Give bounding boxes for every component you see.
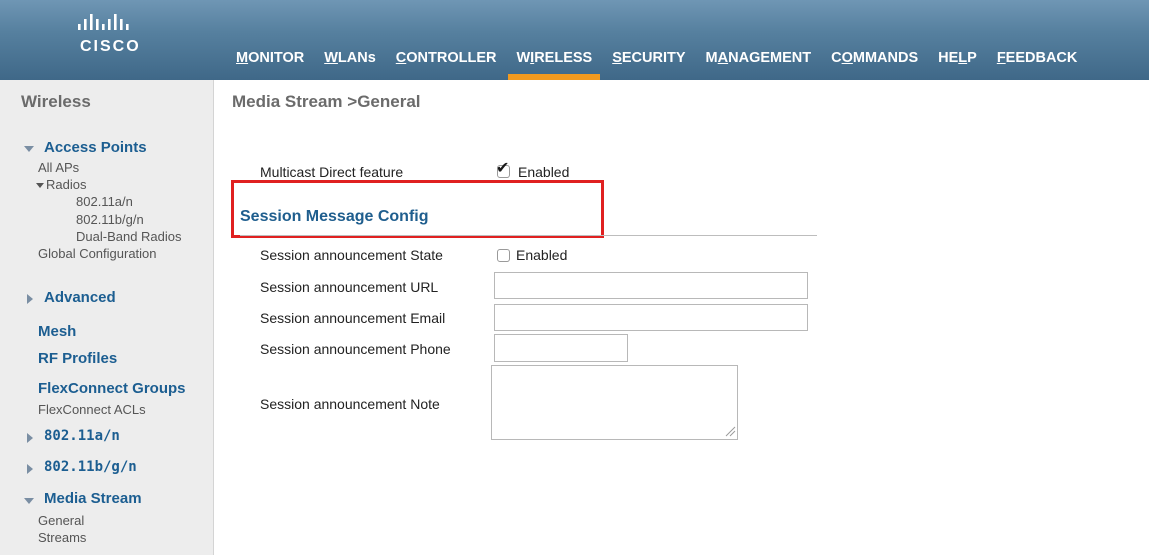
checkmark-icon: ✔ (496, 160, 510, 177)
url-input[interactable] (494, 272, 808, 299)
multicast-enabled-text: Enabled (518, 164, 570, 180)
sidebar-item-media-stream[interactable]: Media Stream (44, 490, 142, 507)
state-checkbox[interactable] (497, 249, 510, 262)
sidebar-item-flexconnect-acls[interactable]: FlexConnect ACLs (38, 402, 146, 417)
sidebar-item-all-aps[interactable]: All APs (38, 160, 79, 175)
main-menu: MONITOR WLANs CONTROLLER WIRELESS SECURI… (236, 47, 1097, 80)
page-title: Media Stream >General (232, 92, 421, 111)
sidebar-item-radios[interactable]: Radios (46, 177, 86, 192)
multicast-label: Multicast Direct feature (260, 164, 404, 180)
sidebar-item-global-config[interactable]: Global Configuration (38, 246, 157, 261)
sidebar-item-radio-80211bgn[interactable]: 802.11b/g/n (76, 212, 144, 227)
sidebar-item-rf-profiles[interactable]: RF Profiles (38, 350, 117, 367)
sidebar-item-advanced[interactable]: Advanced (44, 289, 116, 306)
state-enabled-text: Enabled (516, 247, 568, 263)
sidebar-item-mesh[interactable]: Mesh (38, 323, 76, 340)
expand-down-icon[interactable] (24, 146, 34, 152)
sidebar-item-80211bgn[interactable]: 802.11b/g/n (44, 459, 137, 475)
sidebar-item-access-points[interactable]: Access Points (44, 139, 147, 156)
cisco-logo: CISCO (74, 14, 164, 55)
menu-controller[interactable]: CONTROLLER (396, 47, 497, 80)
sidebar-item-flexconnect-groups[interactable]: FlexConnect Groups (38, 380, 186, 397)
expand-down-icon[interactable] (36, 183, 44, 188)
menu-wlans[interactable]: WLANs (324, 47, 376, 80)
menu-help[interactable]: HELP (938, 47, 977, 80)
email-label: Session announcement Email (260, 310, 446, 326)
note-textarea[interactable] (491, 365, 738, 440)
sidebar-item-radio-80211an[interactable]: 802.11a/n (76, 194, 133, 209)
cisco-wordmark: CISCO (80, 38, 141, 55)
menu-monitor[interactable]: MONITOR (236, 47, 304, 80)
sidebar-title: Wireless (21, 92, 91, 111)
menu-commands[interactable]: COMMANDS (831, 47, 918, 80)
note-label: Session announcement Note (260, 396, 440, 412)
sidebar-item-general[interactable]: General (38, 513, 84, 528)
email-input[interactable] (494, 304, 808, 331)
section-title: Session Message Config (240, 208, 429, 225)
resize-grip-icon[interactable] (724, 425, 736, 437)
cisco-bars-icon (78, 14, 129, 30)
phone-label: Session announcement Phone (260, 341, 451, 357)
sidebar-item-80211an[interactable]: 802.11a/n (44, 428, 120, 444)
expand-down-icon[interactable] (24, 498, 34, 504)
sidebar: Wireless Access Points All APs Radios 80… (0, 80, 214, 555)
menu-wireless[interactable]: WIRELESS (508, 47, 600, 80)
menu-security[interactable]: SECURITY (612, 47, 685, 80)
section-divider (240, 235, 817, 236)
phone-input[interactable] (494, 334, 628, 362)
state-label: Session announcement State (260, 247, 443, 263)
menu-management[interactable]: MANAGEMENT (706, 47, 812, 80)
sidebar-item-dual-band[interactable]: Dual-Band Radios (76, 229, 182, 244)
sidebar-item-streams[interactable]: Streams (38, 530, 86, 545)
top-header: CISCO MONITOR WLANs CONTROLLER WIRELESS … (0, 0, 1149, 80)
url-label: Session announcement URL (260, 279, 439, 295)
menu-feedback[interactable]: FEEDBACK (997, 47, 1078, 80)
expand-right-icon[interactable] (27, 294, 33, 304)
expand-right-icon[interactable] (27, 464, 33, 474)
expand-right-icon[interactable] (27, 433, 33, 443)
